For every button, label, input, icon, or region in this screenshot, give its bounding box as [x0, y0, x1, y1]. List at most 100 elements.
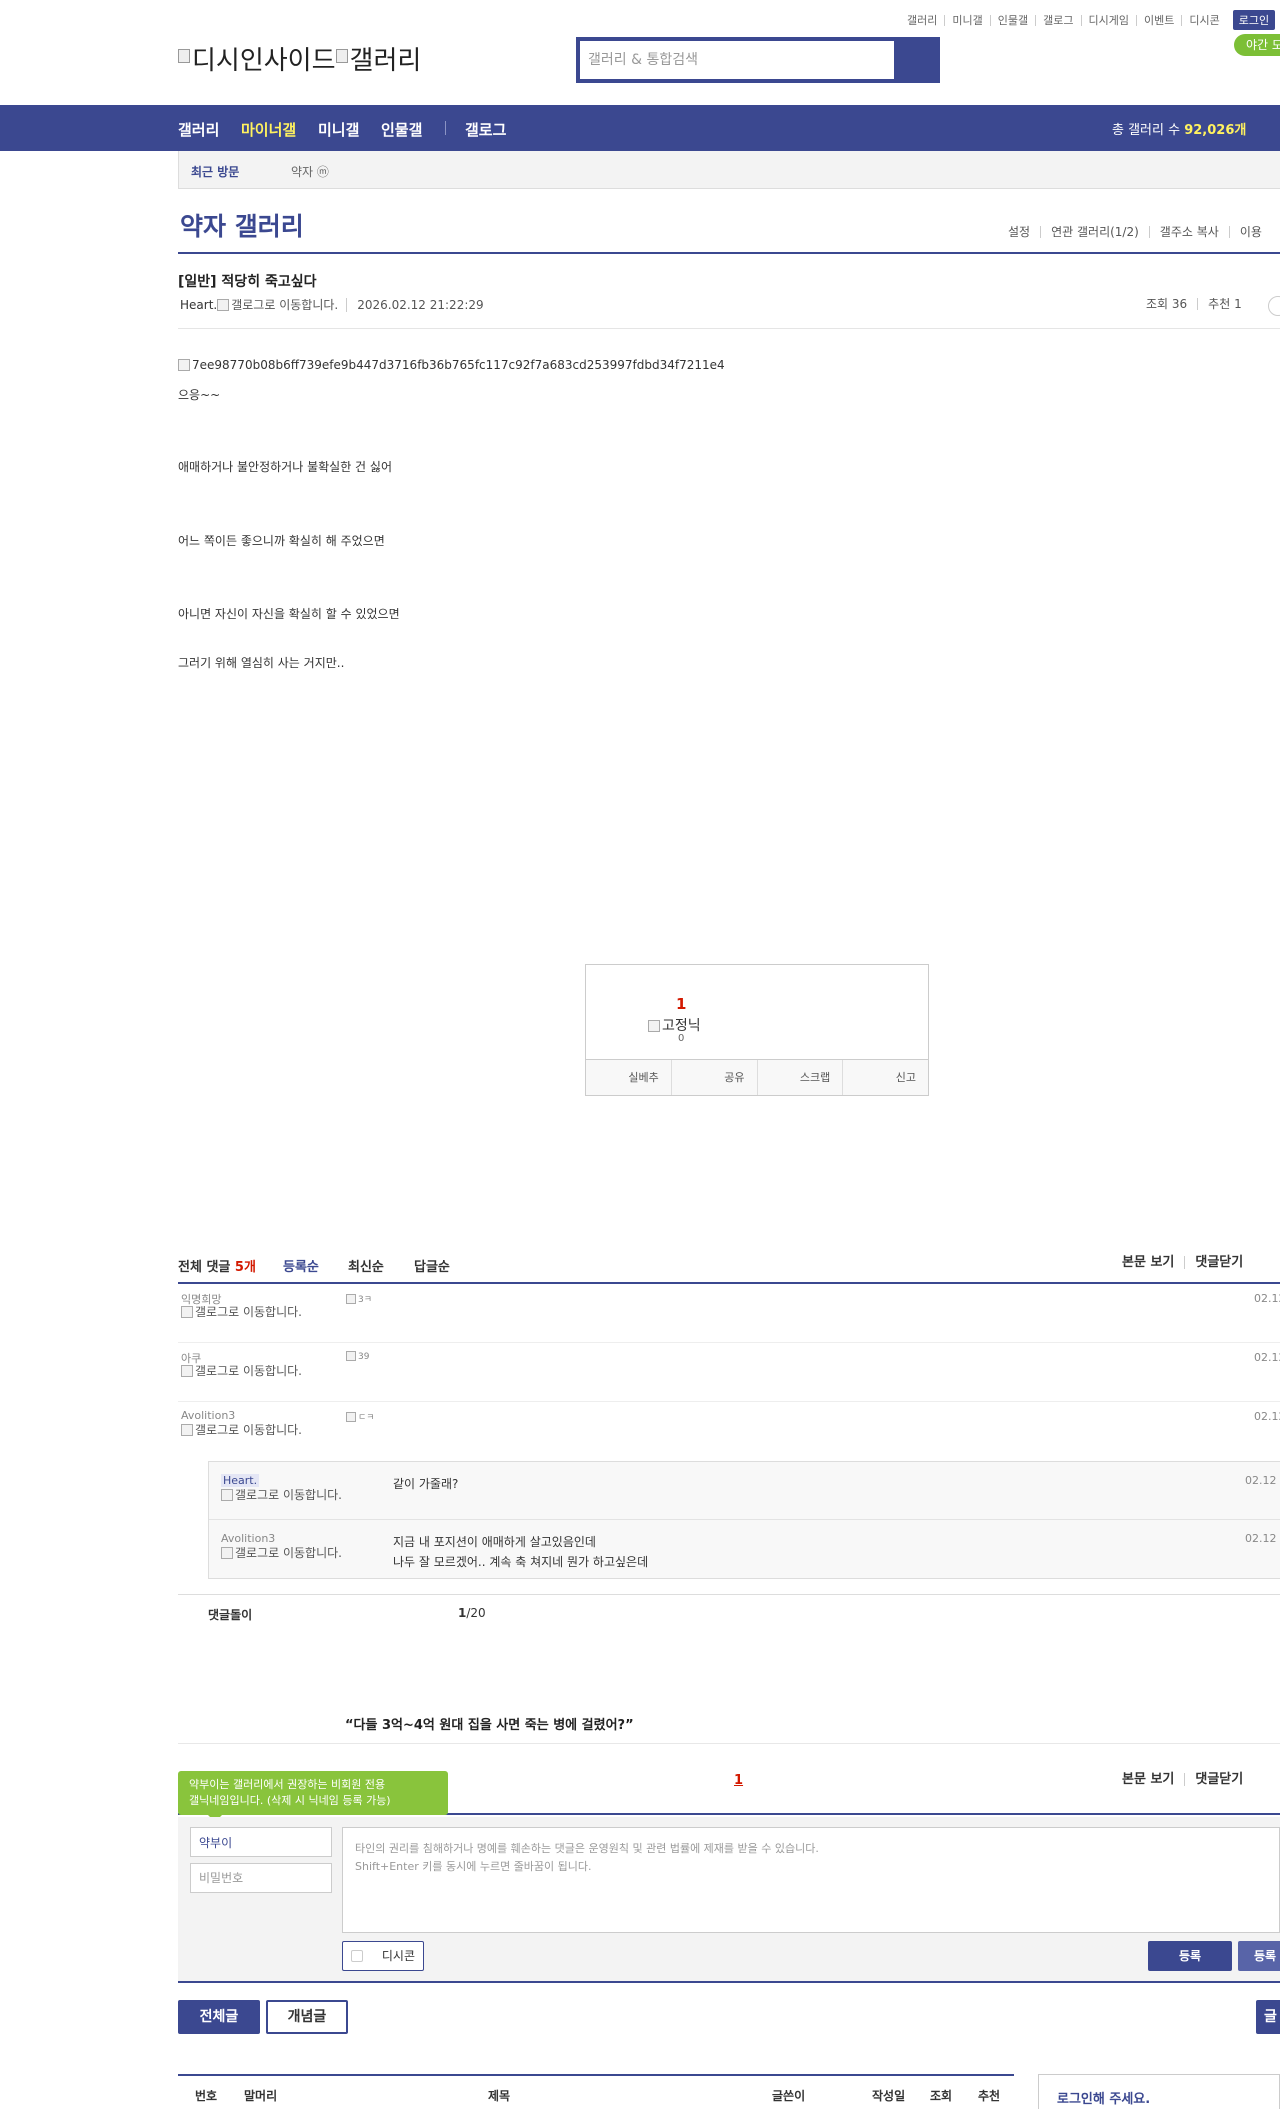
reply-gallog-alt: 갤로그로 이동합니다.	[235, 1546, 342, 1560]
sort-registered[interactable]: 등록순	[283, 1256, 319, 1275]
col-writer: 글쓴이	[772, 2089, 806, 2103]
post-gallog-alt[interactable]: 갤로그로 이동합니다.	[231, 296, 338, 313]
close-comments-link[interactable]: 댓글닫기	[1184, 1773, 1253, 1786]
comment-gallog[interactable]: 갤로그로 이동합니다.	[181, 1424, 321, 1437]
comment-nick[interactable]: Avolition3	[181, 1409, 235, 1422]
view-post-link[interactable]: 본문 보기	[1122, 1773, 1184, 1786]
nav-mini-gallery[interactable]: 미니갤	[318, 119, 359, 140]
comment-dccon: 39	[346, 1351, 376, 1367]
gallog-icon	[181, 1424, 193, 1436]
post-author[interactable]: Heart.	[180, 298, 217, 312]
site-logo[interactable]: 디시인사이드 갤러리	[178, 40, 421, 77]
nickname-input[interactable]	[190, 1827, 332, 1857]
report-button[interactable]: 신고	[842, 1060, 928, 1095]
post-image[interactable]: 7ee98770b08b6ff739efe9b447d3716fb36b765f…	[178, 358, 1178, 372]
comment-date: 02.12	[1254, 1292, 1280, 1305]
write-page-number[interactable]: 1	[734, 1773, 743, 1788]
close-comments-link[interactable]: 댓글닫기	[1184, 1256, 1253, 1269]
comment-row: Avolition3 갤로그로 이동합니다. ㄷㅋ 02.12	[178, 1402, 1280, 1461]
settings-link[interactable]: 설정	[1008, 226, 1040, 238]
gallog-icon[interactable]	[217, 298, 230, 311]
tab-all-posts[interactable]: 전체글	[178, 2000, 260, 2034]
top-link-event[interactable]: 이벤트	[1135, 14, 1181, 26]
comment-gallog[interactable]: 갤로그로 이동합니다.	[181, 1365, 321, 1378]
top-link-dccon[interactable]: 디시콘	[1181, 14, 1226, 26]
comment-row: 아쿠 갤로그로 이동합니다. 39 02.12	[178, 1343, 1280, 1402]
nav-gallog[interactable]: 갤로그	[465, 119, 506, 140]
view-post-link[interactable]: 본문 보기	[1122, 1256, 1184, 1269]
post-body: 7ee98770b08b6ff739efe9b447d3716fb36b765f…	[178, 358, 1178, 670]
related-divider	[178, 1743, 1280, 1744]
sort-latest[interactable]: 최신순	[348, 1256, 384, 1275]
comments-header: 전체 댓글 5개 등록순 최신순 답글순 본문 보기 댓글닫기	[178, 1254, 1280, 1284]
sort-replies[interactable]: 답글순	[414, 1256, 450, 1275]
related-post-title[interactable]: “다들 3억~4억 원대 집을 사면 죽는 병에 걸렸어?”	[345, 1714, 634, 1733]
usage-link[interactable]: 이용	[1228, 226, 1272, 238]
post-paragraph: 아니면 자신이 자신을 확실히 할 수 있었으면	[178, 607, 400, 621]
reply-gallog[interactable]: 갤로그로 이동합니다.	[221, 1547, 361, 1560]
share-button[interactable]: 공유	[670, 1060, 757, 1095]
top-link-person[interactable]: 인물갤	[989, 14, 1035, 26]
recommend-count[interactable]: 1	[676, 995, 686, 1013]
col-recommend: 추천	[978, 2089, 1001, 2103]
gallog-icon	[181, 1365, 193, 1377]
dccon-icon	[351, 1950, 363, 1962]
top-link-gallery[interactable]: 갤러리	[900, 15, 944, 26]
recent-visit-item[interactable]: 약자 ⓜ	[291, 163, 329, 180]
login-button[interactable]: 로그인	[1232, 10, 1276, 30]
tab-concept-posts[interactable]: 개념글	[266, 2000, 348, 2034]
post-stats: 조회 36 추천 1	[1136, 298, 1252, 310]
comments-total-count: 5개	[234, 1260, 256, 1275]
reply-nick[interactable]: Heart.	[221, 1474, 260, 1487]
broken-image-icon	[346, 1351, 356, 1361]
post-list-header: 번호 말머리 제목 글쓴이 작성일 조회 추천	[178, 2074, 1014, 2109]
more-options-button[interactable]	[1268, 296, 1280, 316]
comment-dccon-alt: 3ㅋ	[358, 1295, 373, 1305]
scrap-button[interactable]: 스크랩	[756, 1060, 843, 1095]
top-link-mini[interactable]: 미니갤	[944, 14, 989, 26]
recent-visit-bar: 최근 방문 약자 ⓜ	[178, 151, 1280, 189]
top-link-game[interactable]: 디시게임	[1080, 14, 1136, 26]
fixed-nick-recommend[interactable]: 고정닉	[648, 1015, 701, 1035]
comments-total: 전체 댓글 5개	[178, 1256, 256, 1275]
gallog-icon	[221, 1489, 233, 1501]
register-recommend-button[interactable]: 등록	[1238, 1941, 1280, 1971]
top-links: 갤러리 미니갤 인물갤 갤로그 디시게임 이벤트 디시콘 로그인	[900, 10, 1276, 30]
post-views: 조회 36	[1146, 297, 1188, 311]
comment-gallog-alt: 갤로그로 이동합니다.	[195, 1305, 302, 1319]
recent-visit-title[interactable]: 최근 방문	[191, 163, 239, 180]
search-button[interactable]	[894, 37, 940, 83]
search-input[interactable]	[580, 41, 890, 79]
nav-person-gallery[interactable]: 인물갤	[381, 119, 422, 140]
nav-gallery[interactable]: 갤러리	[178, 119, 219, 140]
logo-text-gallery: 갤러리	[349, 46, 422, 76]
write-post-button[interactable]: 글	[1256, 2000, 1280, 2034]
best-recommend-button[interactable]: 실베추	[586, 1060, 671, 1095]
gallery-title[interactable]: 약자 갤러리	[180, 207, 304, 243]
login-prompt[interactable]: 로그인해 주세요.	[1057, 2088, 1150, 2107]
nav-minor-gallery[interactable]: 마이너갤	[241, 119, 296, 140]
col-title: 제목	[488, 2089, 511, 2103]
comment-dolbi-label[interactable]: 댓글돌이	[208, 1606, 252, 1623]
comment-gallog[interactable]: 갤로그로 이동합니다.	[181, 1306, 321, 1319]
title-divider	[178, 252, 1280, 254]
comment-pagination: 1/20	[458, 1606, 486, 1620]
dccon-button[interactable]: 디시콘	[342, 1941, 424, 1971]
gallery-count-value: 92,026개	[1184, 123, 1247, 138]
reply-nick[interactable]: Avolition3	[221, 1532, 275, 1545]
recommend-actions: 실베추 공유 스크랩 신고	[586, 1059, 928, 1095]
comment-textarea[interactable]: 타인의 권리를 침해하거나 명예를 훼손하는 댓글은 운영원칙 및 관련 법률에…	[342, 1827, 1280, 1933]
register-button[interactable]: 등록	[1148, 1941, 1232, 1971]
reply-text: 같이 가줄래?	[393, 1474, 458, 1494]
top-link-gallog[interactable]: 갤로그	[1035, 14, 1080, 26]
comment-dccon: ㄷㅋ	[346, 1410, 376, 1426]
password-input[interactable]	[190, 1863, 332, 1893]
post-paragraph: 애매하거나 불안정하거나 불확실한 건 싫어	[178, 460, 392, 474]
night-mode-button[interactable]: 야간 모	[1234, 34, 1280, 56]
reply-gallog[interactable]: 갤로그로 이동합니다.	[221, 1489, 361, 1502]
copy-address-link[interactable]: 갤주소 복사	[1148, 226, 1229, 238]
broken-image-icon	[648, 1020, 660, 1032]
comment-date: 02.12	[1254, 1410, 1280, 1423]
related-gallery-link[interactable]: 연관 갤러리(1/2)	[1040, 226, 1149, 238]
broken-image-icon	[346, 1294, 356, 1304]
